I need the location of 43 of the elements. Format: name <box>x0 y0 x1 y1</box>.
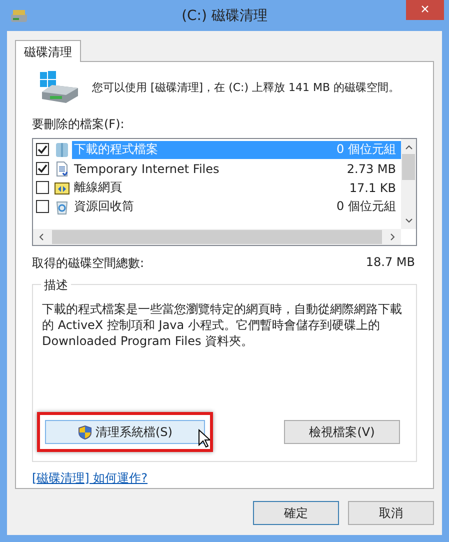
checkbox[interactable] <box>36 200 49 213</box>
ok-button[interactable]: 確定 <box>253 501 339 525</box>
file-size: 17.1 KB <box>349 180 396 194</box>
file-name: 下載的程式檔案 <box>74 141 158 158</box>
file-name: 離線網頁 <box>74 179 122 196</box>
disk-drive-icon <box>10 8 28 22</box>
checkbox[interactable] <box>36 181 49 194</box>
file-item[interactable]: Temporary Internet Files 2.73 MB <box>72 160 401 178</box>
checkbox[interactable] <box>36 143 49 156</box>
disk-cleanup-icon <box>38 70 80 104</box>
document-icon <box>54 160 70 176</box>
webpage-icon <box>54 180 70 196</box>
group-title: 描述 <box>41 277 71 294</box>
horizontal-scrollbar[interactable] <box>33 229 401 245</box>
shield-icon <box>78 424 92 440</box>
scroll-right-icon[interactable] <box>390 233 396 241</box>
file-size: 2.73 MB <box>346 162 396 176</box>
checkbox[interactable] <box>36 162 49 175</box>
file-item[interactable]: 資源回收筒 0 個位元組 <box>72 198 401 216</box>
intro-text: 您可以使用 [磁碟清理]，在 (C:) 上釋放 141 MB 的磁碟空間。 <box>92 80 400 94</box>
view-files-button[interactable]: 檢視檔案(V) <box>284 420 400 444</box>
close-button[interactable]: × <box>406 0 444 20</box>
clean-system-files-button[interactable]: 清理系統檔(S) <box>45 420 205 444</box>
recycle-bin-icon <box>54 198 70 214</box>
mouse-cursor-icon <box>198 429 210 448</box>
vertical-scrollbar[interactable] <box>401 139 416 229</box>
description-text: 下載的程式檔案是一些當您瀏覽特定的網頁時，自動從網際網路下載的 ActiveX 控制項和 Java 小程式。它們暫時會儲存到硬碟上的 Downloaded Program Files 資料夾。 <box>42 301 403 349</box>
scroll-left-icon[interactable] <box>38 233 44 241</box>
file-name: 資源回收筒 <box>74 198 134 215</box>
file-name: Temporary Internet Files <box>74 162 220 176</box>
cancel-button[interactable]: 取消 <box>348 501 434 525</box>
file-item[interactable]: 離線網頁 17.1 KB <box>72 178 401 196</box>
tab[interactable]: 磁碟清理 <box>15 40 81 62</box>
window-title: (C:) 磁碟清理 <box>182 6 268 24</box>
scroll-up-icon[interactable] <box>404 144 412 150</box>
total-value: 18.7 MB <box>366 255 415 271</box>
help-link[interactable]: [磁碟清理] 如何運作? <box>32 470 148 487</box>
folder-icon <box>54 142 70 158</box>
total-label: 取得的磁碟空間總數: <box>32 255 144 272</box>
file-size: 0 個位元組 <box>336 198 396 215</box>
file-size: 0 個位元組 <box>336 141 396 158</box>
files-label: 要刪除的檔案(F): <box>32 116 126 133</box>
scroll-down-icon[interactable] <box>404 218 412 224</box>
